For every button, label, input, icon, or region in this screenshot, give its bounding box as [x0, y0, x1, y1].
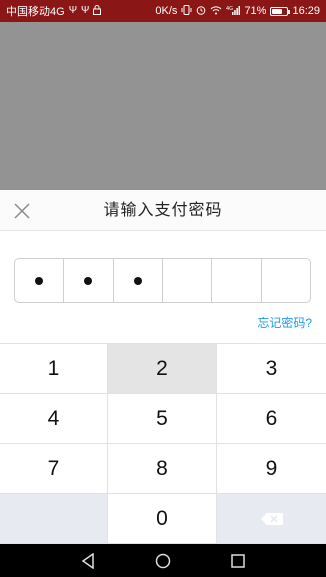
dialog-title: 请输入支付密码 — [103, 202, 223, 219]
keypad-key-label: 8 — [156, 456, 168, 480]
keypad-key-8[interactable]: 8 — [108, 444, 217, 494]
pin-input[interactable] — [14, 258, 311, 303]
pin-dot — [133, 276, 142, 285]
nav-bar — [0, 544, 326, 577]
keypad-key-1[interactable]: 1 — [0, 344, 108, 394]
pin-dot — [35, 276, 44, 285]
signal-icon: 4G — [226, 5, 241, 18]
back-icon[interactable] — [79, 552, 97, 570]
vibrate-icon — [181, 4, 192, 18]
svg-text:4G: 4G — [226, 6, 233, 12]
wifi-icon — [210, 5, 222, 18]
pin-cell — [212, 259, 262, 302]
carrier-label: 中国移动4G — [6, 6, 65, 18]
keypad-delete-button[interactable] — [217, 494, 326, 544]
lock-icon — [93, 4, 102, 18]
keypad-key-2[interactable]: 2 — [108, 344, 217, 394]
keypad-key-7[interactable]: 7 — [0, 444, 108, 494]
keypad-blank — [0, 494, 108, 544]
recents-icon[interactable] — [229, 552, 247, 570]
battery-percent: 71% — [244, 5, 267, 17]
pin-cell — [64, 259, 114, 302]
pin-dot — [84, 276, 93, 285]
keypad-key-label: 3 — [265, 356, 278, 380]
status-bar: 中国移动4G Ψ Ψ 0K/s 4G 71% 16:29 — [0, 0, 326, 22]
pin-cell — [262, 259, 310, 302]
home-icon[interactable] — [154, 552, 172, 570]
keypad-key-9[interactable]: 9 — [217, 444, 326, 494]
sheet-header: 请输入支付密码 — [0, 190, 326, 231]
clock: 16:29 — [292, 5, 320, 17]
keypad-key-3[interactable]: 3 — [217, 344, 326, 394]
usb-icon: Ψ — [68, 5, 78, 16]
net-speed: 0K/s — [155, 5, 178, 17]
keypad-key-label: 0 — [156, 506, 168, 530]
keypad-key-5[interactable]: 5 — [108, 394, 217, 444]
pin-cell — [163, 259, 213, 302]
usb-icon-2: Ψ — [81, 5, 90, 16]
pin-cell — [15, 259, 65, 302]
dim-overlay[interactable] — [0, 22, 326, 190]
keypad-key-label: 5 — [156, 406, 168, 430]
keypad-key-label: 4 — [47, 406, 60, 430]
battery-icon — [270, 6, 291, 16]
keypad-key-label: 9 — [265, 456, 278, 480]
status-left: 中国移动4G Ψ Ψ — [6, 3, 155, 19]
backspace-icon — [260, 512, 283, 525]
keypad-key-label: 7 — [47, 456, 60, 480]
keypad-key-label: 2 — [156, 356, 168, 380]
status-right: 0K/s 4G 71% 16:29 — [155, 4, 320, 18]
keypad-key-6[interactable]: 6 — [217, 394, 326, 444]
pin-cell — [114, 259, 163, 302]
keypad-key-0[interactable]: 0 — [108, 494, 217, 544]
keypad-key-label: 6 — [265, 406, 278, 430]
numeric-keypad: 1 2 3 4 5 6 7 8 9 0 — [0, 343, 326, 544]
keypad-key-label: 1 — [47, 356, 60, 380]
keypad-key-4[interactable]: 4 — [0, 394, 108, 444]
alarm-icon — [196, 5, 206, 18]
forgot-password-link[interactable]: 忘记密码? — [257, 314, 312, 331]
